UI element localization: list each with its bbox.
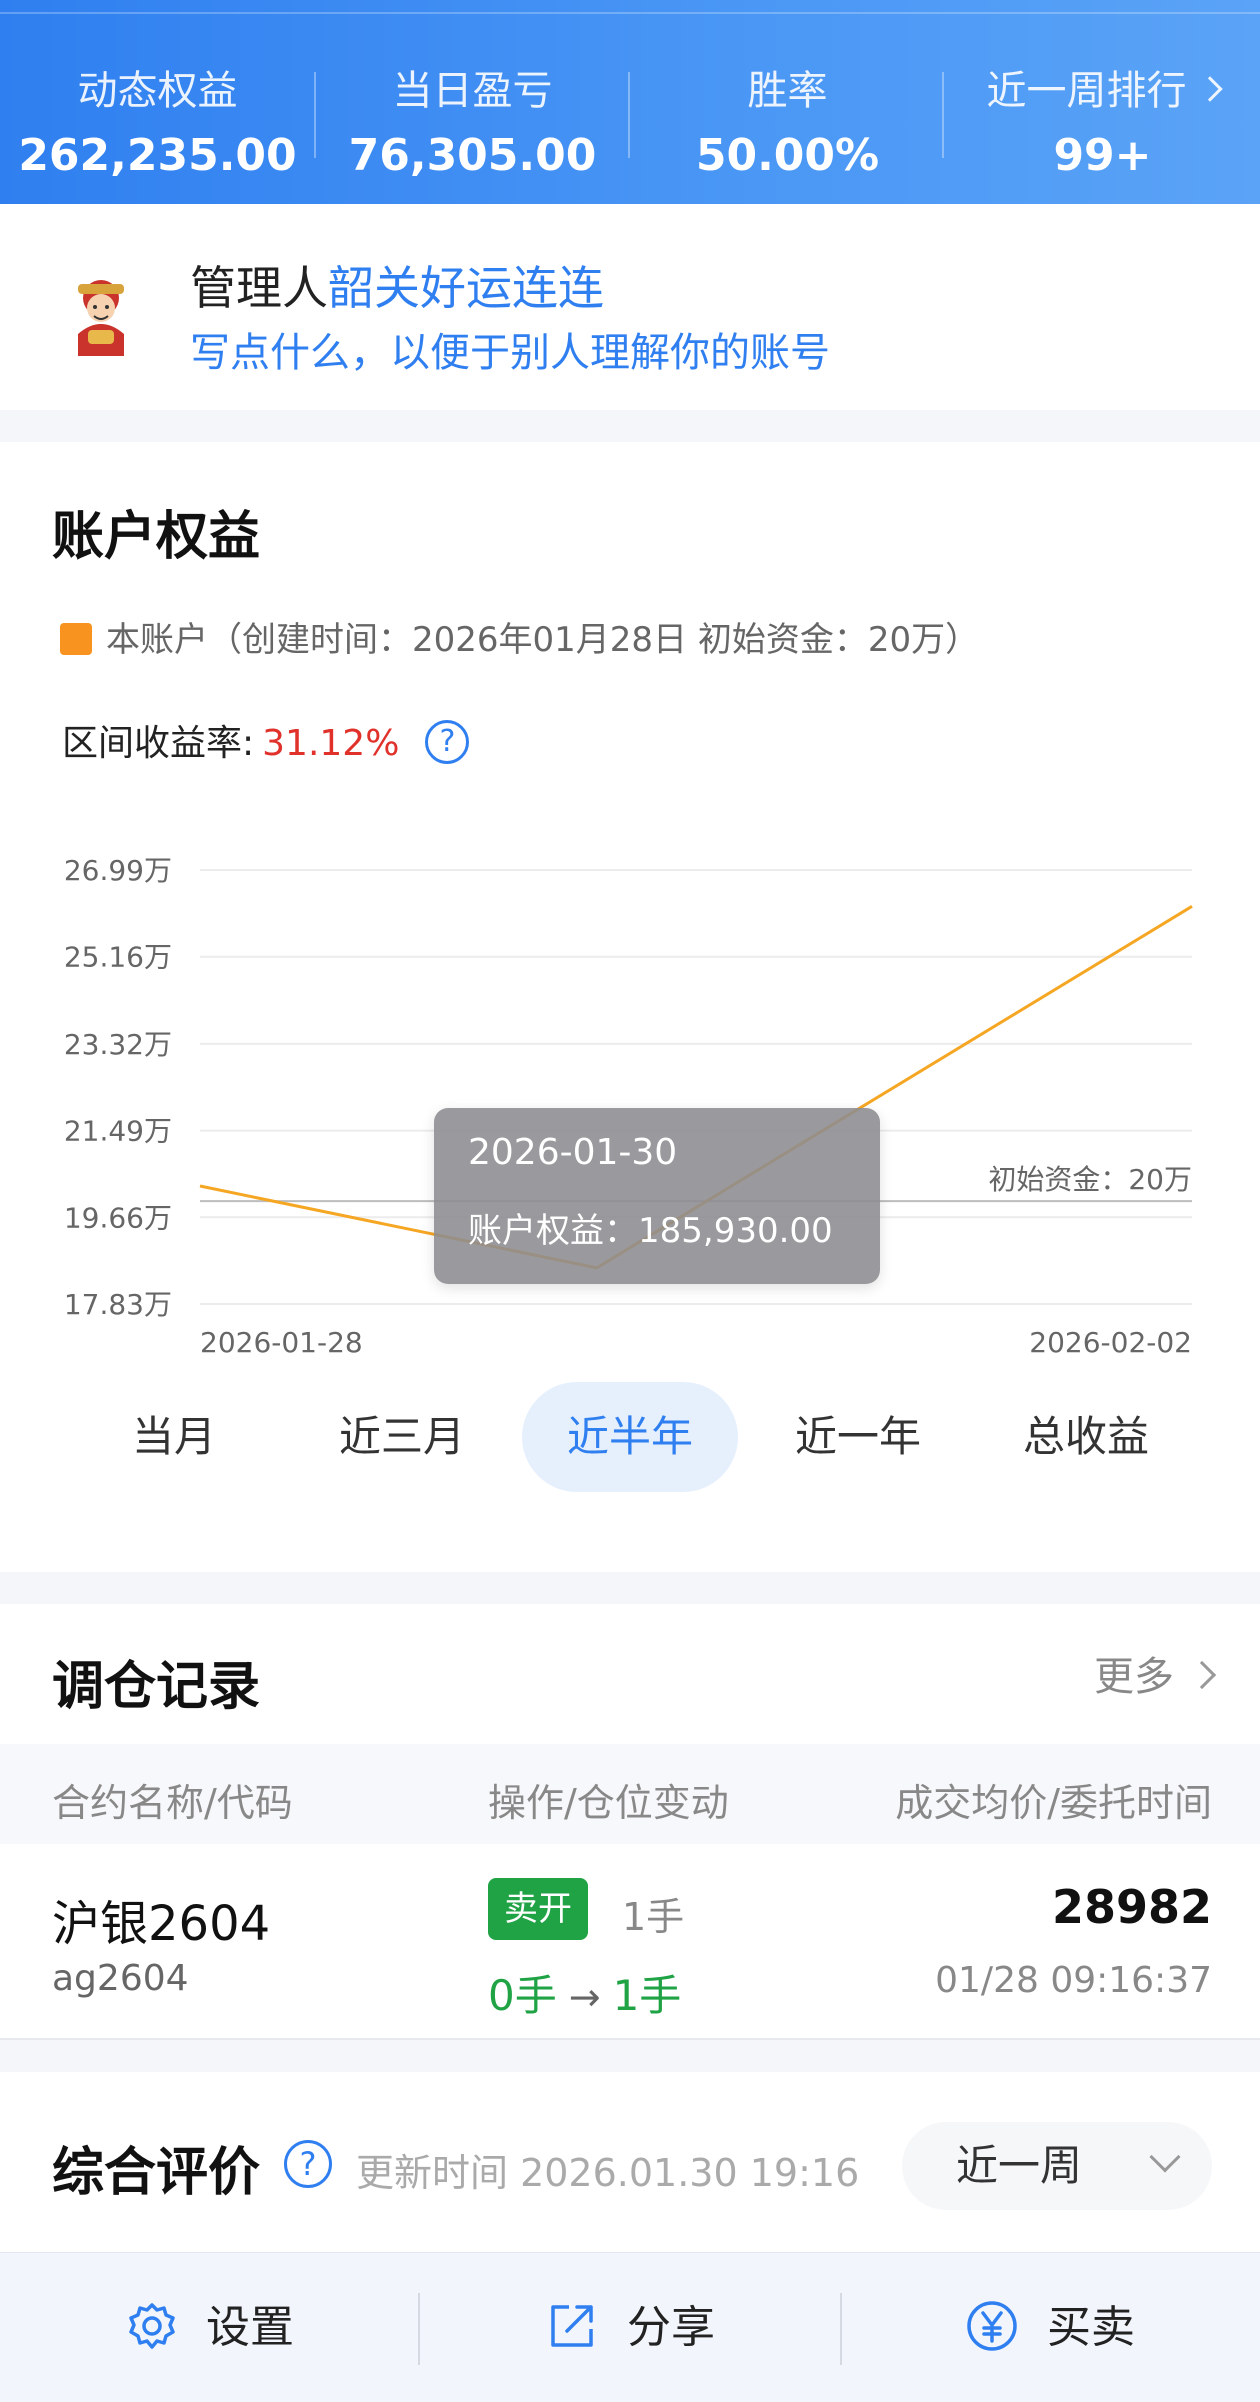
account-equity-card: 账户权益 本账户（创建时间：2026年01月28日 初始资金：20万） 区间收益… xyxy=(0,442,1260,1572)
tooltip-amount: 185,930.00 xyxy=(638,1211,833,1251)
weekly-rank-label: 近一周排行 xyxy=(986,68,1187,114)
header-divider-line xyxy=(0,12,1260,14)
y-tick-label: 19.66万 xyxy=(64,1201,172,1234)
arrow-right-icon: → xyxy=(568,1975,601,2019)
column-header: 操作/仓位变动 xyxy=(488,1781,729,1825)
stat-label: 当日盈亏 xyxy=(392,68,553,114)
manager-prefix: 管理人 xyxy=(190,261,328,315)
tooltip-label: 账户权益： xyxy=(468,1211,638,1251)
yield-label: 区间收益率: xyxy=(62,723,255,764)
stat-label: 动态权益 xyxy=(77,68,238,114)
updated-time: 更新时间 2026.01.30 19:16 xyxy=(356,2151,860,2195)
range-yield: 区间收益率: 31.12%? xyxy=(62,714,470,767)
tab-half-year[interactable]: 近半年 xyxy=(522,1382,738,1492)
trade-label: 买卖 xyxy=(1047,2302,1135,2353)
tooltip-value: 账户权益：185,930.00 xyxy=(468,1203,846,1252)
settings-label: 设置 xyxy=(206,2302,294,2353)
legend-swatch xyxy=(60,622,92,655)
stat-label: 近一周排行 xyxy=(945,58,1260,116)
yield-value: 31.12% xyxy=(262,723,400,764)
order-time: 01/28 09:16:37 xyxy=(935,1960,1212,2001)
tab-total-return[interactable]: 总收益 xyxy=(978,1382,1194,1492)
stat-divider xyxy=(942,72,944,158)
position-records-card: 调仓记录 更多 合约名称/代码 操作/仓位变动 成交均价/委托时间 沪银2604… xyxy=(0,1604,1260,2040)
table-row[interactable]: 沪银2604 ag2604 卖开 1手 0手 → 1手 28982 01/28 09… xyxy=(0,1844,1260,2040)
stat-daily-pnl: 当日盈亏 76,305.00 xyxy=(315,58,630,181)
tab-three-months[interactable]: 近三月 xyxy=(294,1382,510,1492)
period-dropdown[interactable]: 近一周 xyxy=(902,2122,1212,2210)
position-from: 0手 xyxy=(488,1971,557,2020)
avg-price: 28982 xyxy=(1051,1880,1212,1934)
tab-current-month[interactable]: 当月 xyxy=(66,1382,282,1492)
stat-dynamic-equity: 动态权益 262,235.00 xyxy=(0,58,315,181)
stat-value: 50.00% xyxy=(695,130,880,181)
records-title: 调仓记录 xyxy=(52,1657,261,1717)
manager-name[interactable]: 韶关好运连连 xyxy=(328,261,604,315)
stat-value: 76,305.00 xyxy=(348,130,597,181)
stat-value: 99+ xyxy=(1053,130,1152,181)
chart-legend: 本账户（创建时间：2026年01月28日 初始资金：20万） xyxy=(60,612,979,661)
tooltip-date: 2026-01-30 xyxy=(468,1132,678,1173)
more-label: 更多 xyxy=(1094,1654,1174,1700)
y-tick-label: 26.99万 xyxy=(64,854,172,887)
manager-title: 管理人韶关好运连连 xyxy=(190,252,604,318)
share-icon xyxy=(551,2305,593,2347)
position-change: 0手 → 1手 xyxy=(488,1962,681,2023)
baseline-label: 初始资金：20万 xyxy=(988,1163,1192,1196)
share-button[interactable]: 分享 xyxy=(420,2253,840,2402)
x-tick-label: 2026-02-02 xyxy=(1029,1326,1192,1359)
avatar[interactable] xyxy=(58,274,144,360)
rating-title: 综合评价 xyxy=(52,2143,261,2203)
action-badge: 卖开 xyxy=(488,1878,588,1940)
gear-icon xyxy=(129,2303,175,2349)
chevron-right-icon xyxy=(1187,1660,1217,1690)
rating-help: ? xyxy=(284,2140,332,2188)
overall-rating-card: 综合评价 ? 更新时间 2026.01.30 19:16 近一周 xyxy=(0,2072,1260,2252)
settings-button[interactable]: 设置 xyxy=(0,2253,420,2402)
chart-tooltip: 2026-01-30 账户权益：185,930.00 xyxy=(434,1108,880,1284)
help-icon[interactable]: ? xyxy=(425,720,470,764)
legend-text: 本账户（创建时间：2026年01月28日 初始资金：20万） xyxy=(106,620,980,660)
manager-card: 管理人韶关好运连连 写点什么，以便于别人理解你的账号 xyxy=(0,204,1260,410)
share-label: 分享 xyxy=(627,2302,715,2353)
trade-button[interactable]: 买卖 xyxy=(840,2253,1260,2402)
equity-line-chart[interactable]: 26.99万 25.16万 23.32万 21.49万 19.66万 17.83万 初始资金… xyxy=(0,792,1260,1392)
records-table-header: 合约名称/代码 操作/仓位变动 成交均价/委托时间 xyxy=(0,1744,1260,1844)
column-header: 合约名称/代码 xyxy=(52,1781,293,1825)
contract-code: ag2604 xyxy=(52,1958,189,1999)
stat-value: 262,235.00 xyxy=(18,130,297,181)
period-value: 近一周 xyxy=(956,2141,1083,2190)
help-icon[interactable]: ? xyxy=(284,2140,332,2188)
yen-icon xyxy=(967,2301,1017,2351)
account-stats-header: 动态权益 262,235.00 当日盈亏 76,305.00 胜率 50.00%… xyxy=(0,0,1260,204)
bottom-action-bar: 设置 分享 买卖 xyxy=(0,2252,1260,2402)
column-header: 成交均价/委托时间 xyxy=(895,1781,1212,1825)
contract-name: 沪银2604 xyxy=(52,1896,271,1952)
more-link[interactable]: 更多 xyxy=(1094,1644,1217,1702)
manager-description[interactable]: 写点什么，以便于别人理解你的账号 xyxy=(190,320,830,378)
chevron-down-icon xyxy=(1149,2141,1181,2173)
period-tabs: 当月 近三月 近半年 近一年 总收益 xyxy=(0,1382,1260,1492)
y-tick-label: 25.16万 xyxy=(64,941,172,974)
y-tick-label: 21.49万 xyxy=(64,1115,172,1148)
stat-win-rate: 胜率 50.00% xyxy=(630,58,945,181)
y-tick-label: 17.83万 xyxy=(64,1288,172,1321)
tab-one-year[interactable]: 近一年 xyxy=(750,1382,966,1492)
lots-traded: 1手 xyxy=(622,1895,685,1939)
x-tick-label: 2026-01-28 xyxy=(200,1326,363,1359)
equity-title: 账户权益 xyxy=(52,507,261,567)
stat-label: 胜率 xyxy=(747,68,828,114)
stat-weekly-rank[interactable]: 近一周排行 99+ xyxy=(945,58,1260,181)
y-tick-label: 23.32万 xyxy=(64,1028,172,1061)
chevron-right-icon xyxy=(1196,76,1223,102)
position-to: 1手 xyxy=(612,1971,682,2020)
